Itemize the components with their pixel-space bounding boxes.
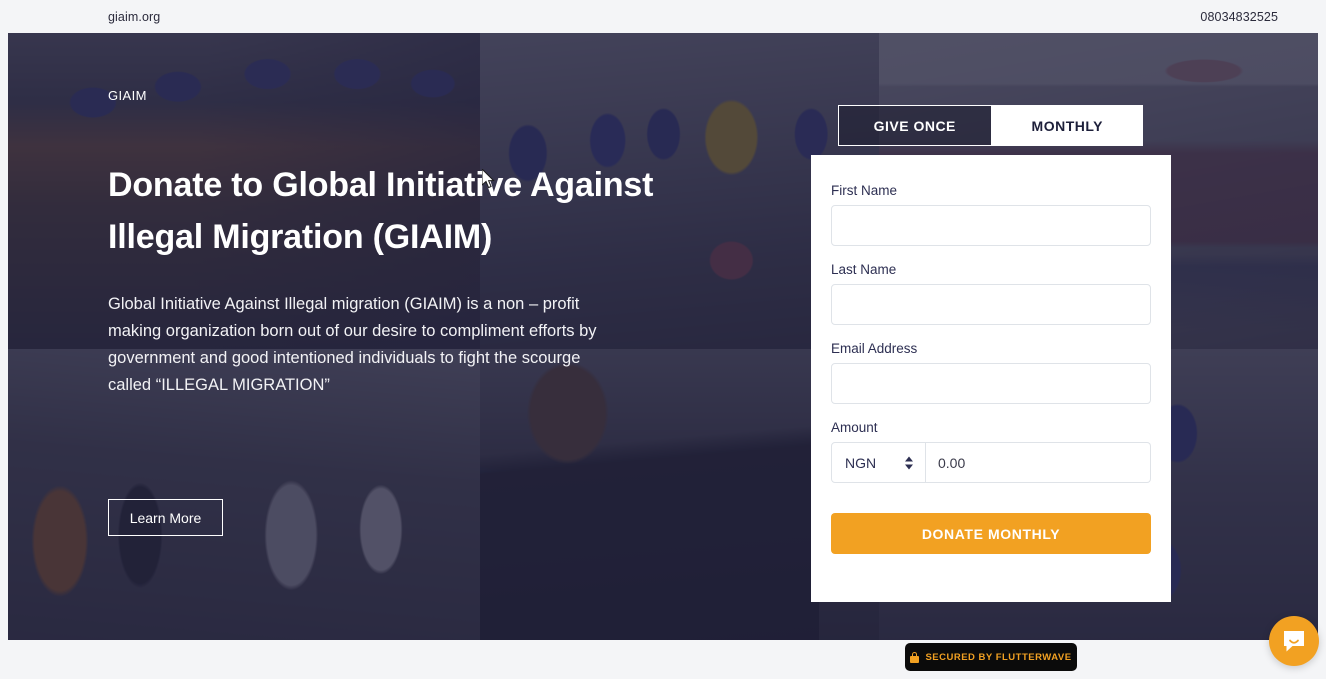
- last-name-input[interactable]: [831, 284, 1151, 325]
- email-address-label: Email Address: [831, 341, 918, 356]
- secured-badge-label: SECURED BY FLUTTERWAVE: [925, 651, 1072, 663]
- first-name-input[interactable]: [831, 205, 1151, 246]
- tab-give-once[interactable]: GIVE ONCE: [838, 105, 992, 146]
- stepper-arrows-icon: [905, 456, 913, 469]
- page-title: Donate to Global Initiative Against Ille…: [108, 166, 654, 256]
- email-address-input[interactable]: [831, 363, 1151, 404]
- donation-form-card: First Name Last Name Email Address Amoun…: [811, 155, 1171, 602]
- last-name-label: Last Name: [831, 262, 897, 277]
- learn-more-button[interactable]: Learn More: [108, 499, 223, 536]
- secured-by-flutterwave-badge: SECURED BY FLUTTERWAVE: [905, 643, 1077, 671]
- donation-frequency-tabs: GIVE ONCE MONTHLY: [838, 105, 1143, 146]
- amount-row: NGN: [831, 442, 1151, 483]
- chat-bubble-smile-icon: [1284, 631, 1304, 652]
- donate-submit-button[interactable]: DONATE MONTHLY: [831, 513, 1151, 554]
- amount-label: Amount: [831, 420, 878, 435]
- hero-description: Global Initiative Against Illegal migrat…: [108, 295, 597, 394]
- browser-top-bar: giaim.org 08034832525: [0, 0, 1326, 33]
- chat-launcher-button[interactable]: [1269, 616, 1319, 666]
- first-name-label: First Name: [831, 183, 898, 198]
- tab-monthly[interactable]: MONTHLY: [991, 105, 1143, 146]
- site-url-label: giaim.org: [108, 9, 161, 24]
- lock-icon: [910, 651, 920, 663]
- contact-phone-label: 08034832525: [1200, 9, 1278, 24]
- donation-form: First Name Last Name Email Address Amoun…: [811, 155, 1171, 554]
- organization-eyebrow: GIAIM: [108, 88, 147, 103]
- amount-input[interactable]: [926, 442, 1151, 483]
- currency-select[interactable]: NGN: [831, 442, 926, 483]
- currency-value: NGN: [845, 454, 877, 471]
- hero-content: GIAIM Donate to Global Initiative Agains…: [108, 33, 728, 640]
